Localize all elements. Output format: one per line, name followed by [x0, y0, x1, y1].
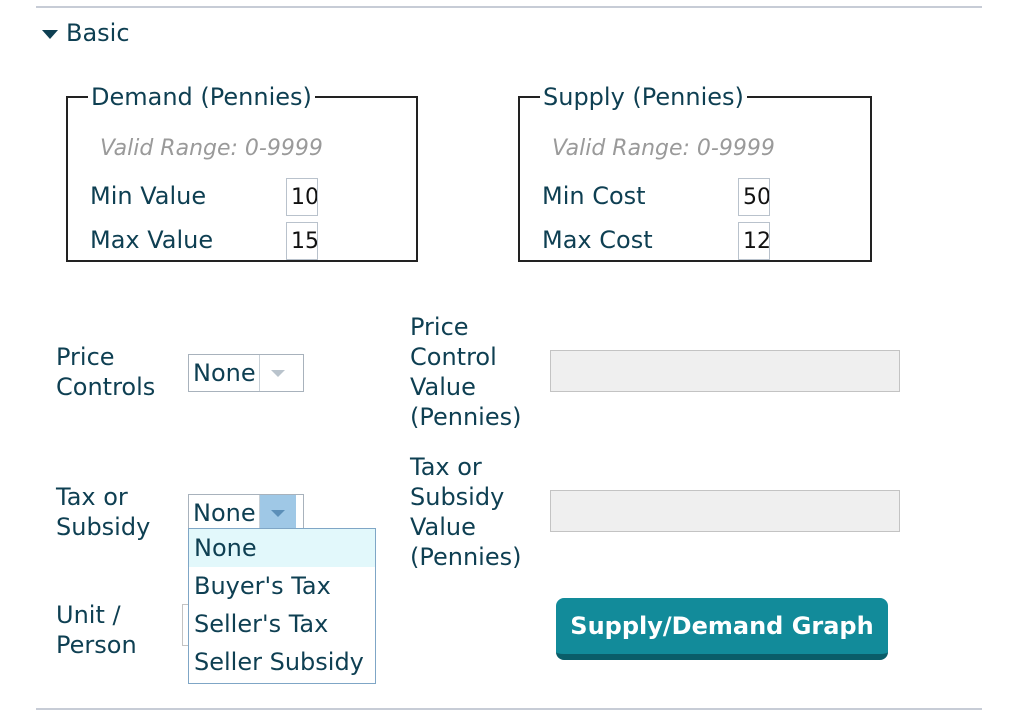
min-value-label: Min Value	[90, 182, 207, 210]
top-divider	[36, 6, 982, 8]
option-seller-subsidy[interactable]: Seller Subsidy	[189, 643, 375, 681]
demand-group: Demand (Pennies) Valid Range: 0-9999 Min…	[66, 84, 418, 262]
min-cost-label: Min Cost	[542, 182, 646, 210]
price-controls-label: Price Controls	[56, 342, 155, 402]
min-value-input[interactable]	[286, 178, 318, 216]
price-control-value-label-line: (Pennies)	[410, 403, 522, 431]
price-control-value-label-line: Value	[410, 373, 476, 401]
price-control-value-label: Price Control Value (Pennies)	[410, 312, 521, 432]
bottom-divider	[36, 708, 982, 710]
option-none[interactable]: None	[189, 529, 375, 567]
supply-group: Supply (Pennies) Valid Range: 0-9999 Min…	[518, 84, 872, 262]
tax-subsidy-select[interactable]: None	[188, 494, 304, 532]
chevron-down-icon	[271, 509, 285, 517]
tax-subsidy-label-line1: Tax or	[56, 483, 128, 511]
tax-subsidy-value-label: Tax or Subsidy Value (Pennies)	[410, 452, 521, 572]
option-buyers-tax[interactable]: Buyer's Tax	[189, 567, 375, 605]
price-control-value-input[interactable]	[550, 350, 900, 392]
tax-subsidy-value-input[interactable]	[550, 490, 900, 532]
max-cost-input[interactable]	[738, 222, 770, 260]
max-cost-label: Max Cost	[542, 226, 653, 254]
tax-subsidy-options: None Buyer's Tax Seller's Tax Seller Sub…	[188, 528, 376, 684]
basic-section-toggle[interactable]: Basic	[42, 18, 130, 48]
price-control-value-label-line: Price	[410, 313, 469, 341]
supply-demand-graph-button[interactable]: Supply/Demand Graph	[556, 598, 888, 660]
tax-subsidy-value-label-line: (Pennies)	[410, 543, 522, 571]
price-controls-select[interactable]: None	[188, 354, 304, 392]
price-controls-selected: None	[193, 359, 256, 387]
price-controls-dropdown-button[interactable]	[259, 355, 296, 391]
demand-valid-range: Valid Range: 0-9999	[100, 136, 323, 161]
tax-subsidy-label: Tax or Subsidy	[56, 482, 150, 542]
price-controls-label-line1: Price	[56, 343, 115, 371]
tax-subsidy-value-label-line: Value	[410, 513, 476, 541]
max-value-label: Max Value	[90, 226, 214, 254]
max-value-input[interactable]	[286, 222, 318, 260]
tax-subsidy-selected: None	[193, 499, 256, 527]
tax-subsidy-value-label-line: Tax or	[410, 453, 482, 481]
chevron-down-icon	[271, 369, 285, 377]
section-title: Basic	[66, 19, 130, 47]
tax-subsidy-value-label-line: Subsidy	[410, 483, 505, 511]
unit-person-label: Unit / Person	[56, 600, 137, 660]
unit-person-label-line2: Person	[56, 631, 137, 659]
caret-down-icon	[42, 29, 58, 39]
supply-legend: Supply (Pennies)	[543, 83, 744, 111]
option-sellers-tax[interactable]: Seller's Tax	[189, 605, 375, 643]
tax-subsidy-label-line2: Subsidy	[56, 513, 151, 541]
price-control-value-label-line: Control	[410, 343, 497, 371]
supply-valid-range: Valid Range: 0-9999	[552, 136, 775, 161]
unit-person-label-line1: Unit /	[56, 601, 121, 629]
price-controls-label-line2: Controls	[56, 373, 156, 401]
demand-legend: Demand (Pennies)	[91, 83, 312, 111]
min-cost-input[interactable]	[738, 178, 770, 216]
tax-subsidy-dropdown-button[interactable]	[259, 495, 296, 531]
